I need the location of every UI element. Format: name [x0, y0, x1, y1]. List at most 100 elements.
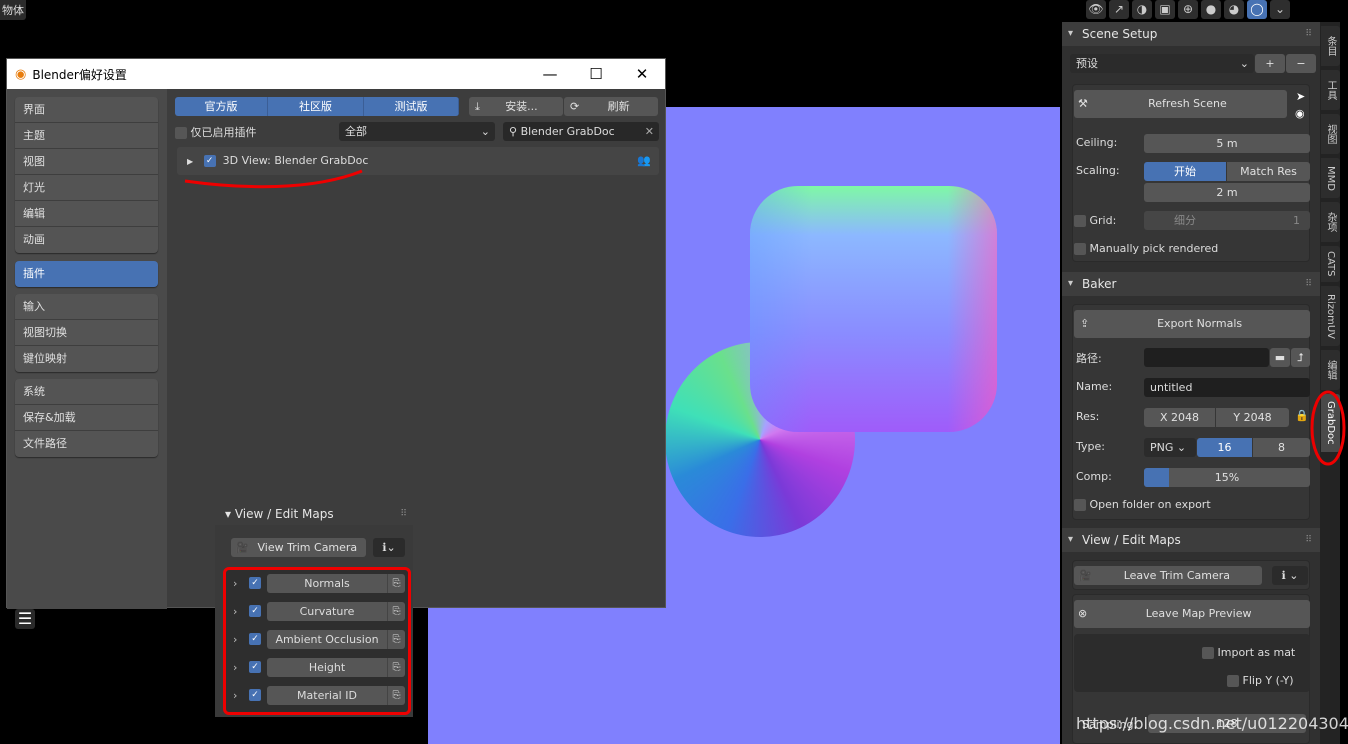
chevron-right-icon[interactable]: ›: [233, 605, 243, 618]
chevron-right-icon[interactable]: ›: [233, 661, 243, 674]
checkbox[interactable]: [1074, 499, 1086, 511]
checkbox[interactable]: [175, 127, 187, 139]
compression-slider[interactable]: 15%: [1144, 468, 1310, 487]
sidebar-item-file-paths[interactable]: 文件路径: [15, 431, 158, 457]
export-normals-button[interactable]: ⇪ Export Normals: [1074, 310, 1310, 338]
open-folder-checkbox[interactable]: Open folder on export: [1074, 498, 1211, 511]
sidebar-item-save-load[interactable]: 保存&加载: [15, 405, 158, 431]
refresh-button[interactable]: ⟳ 刷新: [564, 97, 658, 116]
path-input[interactable]: [1144, 348, 1269, 367]
sidebar-item-keymap[interactable]: 键位映射: [15, 346, 158, 372]
sidebar-item-addons[interactable]: 插件: [15, 261, 158, 287]
object-mode-label[interactable]: 物体: [0, 0, 26, 20]
res-x-field[interactable]: X 2048: [1144, 408, 1215, 427]
view-trim-camera-button[interactable]: 🎥 View Trim Camera: [231, 538, 366, 557]
overlay-icon[interactable]: ◑: [1132, 0, 1152, 19]
addon-enable-checkbox[interactable]: ✓: [203, 155, 216, 167]
sidebar-item-themes[interactable]: 主题: [15, 123, 158, 149]
drag-handle-icon[interactable]: ⠿: [400, 503, 407, 525]
tab-rizomuv[interactable]: RizomUV: [1321, 286, 1340, 346]
name-input[interactable]: untitled: [1144, 378, 1310, 397]
parent-dir-icon[interactable]: ⮥: [1291, 348, 1310, 367]
sidebar-item-lights[interactable]: 灯光: [15, 175, 158, 201]
depth-16-button[interactable]: 16: [1197, 438, 1252, 457]
tab-testing[interactable]: 测试版: [364, 97, 459, 116]
folder-icon[interactable]: ▬: [1270, 348, 1290, 367]
map-button[interactable]: Normals: [267, 573, 387, 593]
map-button[interactable]: Material ID: [267, 685, 387, 705]
clear-icon[interactable]: ✕: [645, 122, 654, 141]
tab-tool[interactable]: 工具: [1321, 70, 1340, 110]
install-button[interactable]: ⤓ 安装...: [469, 97, 563, 116]
leave-map-preview-button[interactable]: ⊗ Leave Map Preview: [1074, 600, 1310, 628]
checkbox[interactable]: [1202, 647, 1214, 659]
info-dropdown[interactable]: ℹ ⌄: [1272, 566, 1308, 585]
format-dropdown[interactable]: PNG ⌄: [1144, 438, 1196, 457]
export-map-icon[interactable]: ⎘: [387, 629, 405, 649]
section-header[interactable]: View / Edit Maps ⠿: [1062, 528, 1320, 552]
eye-icon[interactable]: ◉: [1295, 107, 1305, 120]
depth-8-button[interactable]: 8: [1253, 438, 1310, 457]
tab-mmd[interactable]: MMD: [1321, 158, 1340, 198]
panel-header[interactable]: ▾ View / Edit Maps ⠿: [215, 503, 413, 525]
cursor-select-icon[interactable]: ➤: [1296, 90, 1305, 103]
checkbox[interactable]: [1227, 675, 1239, 687]
export-map-icon[interactable]: ⎘: [387, 601, 405, 621]
drag-handle-icon[interactable]: ⠿: [1305, 528, 1312, 552]
tab-official[interactable]: 官方版: [175, 97, 268, 116]
chevron-down-icon[interactable]: ⌄: [1270, 0, 1290, 19]
chevron-right-icon[interactable]: ›: [233, 577, 243, 590]
visibility-icon[interactable]: 👁: [1086, 0, 1106, 19]
category-dropdown[interactable]: 全部 ⌄: [339, 122, 495, 141]
checkbox[interactable]: [1074, 243, 1086, 255]
map-checkbox[interactable]: ✓: [249, 689, 261, 701]
tab-edit[interactable]: 编辑: [1321, 350, 1340, 390]
search-input[interactable]: ⚲ Blender GrabDoc ✕: [503, 122, 659, 141]
tab-item[interactable]: 条目: [1321, 26, 1340, 66]
section-header[interactable]: Scene Setup ⠿: [1062, 22, 1320, 46]
sidebar-item-navigation[interactable]: 视图切换: [15, 320, 158, 346]
grid-checkbox[interactable]: Grid:: [1074, 214, 1116, 227]
maximize-button[interactable]: ☐: [573, 59, 619, 89]
chevron-right-icon[interactable]: ›: [233, 633, 243, 646]
scaling-on-button[interactable]: 开始: [1144, 162, 1226, 181]
sidebar-item-interface[interactable]: 界面: [15, 97, 158, 123]
gizmo-icon[interactable]: ↗: [1109, 0, 1129, 19]
map-checkbox[interactable]: ✓: [249, 577, 261, 589]
tab-misc[interactable]: 杂项: [1321, 202, 1340, 242]
drag-handle-icon[interactable]: ⠿: [1305, 272, 1312, 296]
chevron-right-icon[interactable]: ›: [233, 689, 243, 702]
tab-cats[interactable]: CATS: [1321, 246, 1340, 282]
rounded-cube-object[interactable]: [750, 186, 997, 432]
sidebar-item-animation[interactable]: 动画: [15, 227, 158, 253]
map-button[interactable]: Ambient Occlusion: [267, 629, 387, 649]
solid-shading-icon[interactable]: ●: [1201, 0, 1221, 19]
xray-icon[interactable]: ▣: [1155, 0, 1175, 19]
rendered-shading-icon[interactable]: ◯: [1247, 0, 1267, 19]
map-checkbox[interactable]: ✓: [249, 605, 261, 617]
preset-dropdown[interactable]: 预设 ⌄: [1070, 54, 1254, 73]
scaling-value-field[interactable]: 2 m: [1144, 183, 1310, 202]
export-map-icon[interactable]: ⎘: [387, 657, 405, 677]
expand-icon[interactable]: ▶: [187, 157, 193, 166]
checkbox[interactable]: [1074, 215, 1086, 227]
map-button[interactable]: Height: [267, 657, 387, 677]
section-header[interactable]: Baker ⠿: [1062, 272, 1320, 296]
map-checkbox[interactable]: ✓: [249, 661, 261, 673]
sidebar-item-system[interactable]: 系统: [15, 379, 158, 405]
info-dropdown[interactable]: ℹ⌄: [373, 538, 405, 557]
flip-y-checkbox[interactable]: Flip Y (-Y): [1227, 674, 1294, 687]
remove-preset-button[interactable]: −: [1286, 54, 1316, 73]
match-res-button[interactable]: Match Res: [1227, 162, 1310, 181]
minimize-button[interactable]: —: [527, 59, 573, 89]
sidebar-item-input[interactable]: 输入: [15, 294, 158, 320]
refresh-scene-button[interactable]: ⚒ Refresh Scene: [1074, 90, 1287, 118]
export-map-icon[interactable]: ⎘: [387, 685, 405, 705]
wireframe-shading-icon[interactable]: ⊕: [1178, 0, 1198, 19]
export-map-icon[interactable]: ⎘: [387, 573, 405, 593]
import-as-mat-checkbox[interactable]: Import as mat: [1202, 646, 1295, 659]
menu-icon[interactable]: ☰: [15, 609, 35, 629]
close-button[interactable]: ✕: [619, 59, 665, 89]
manual-pick-checkbox[interactable]: Manually pick rendered: [1074, 242, 1218, 255]
tab-community[interactable]: 社区版: [268, 97, 364, 116]
